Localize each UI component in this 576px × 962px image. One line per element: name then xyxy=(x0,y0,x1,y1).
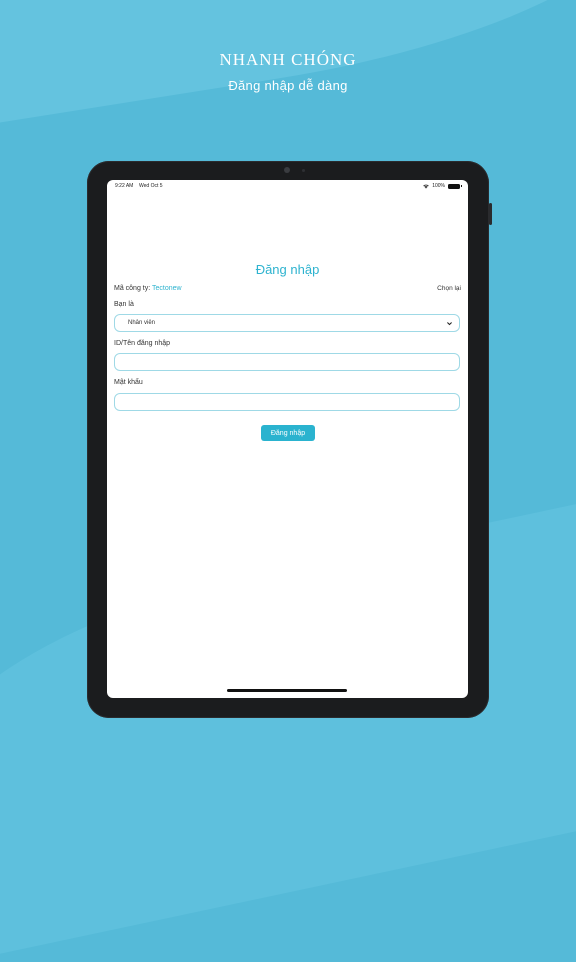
wifi-icon xyxy=(423,184,429,188)
company-value: Tectonew xyxy=(152,285,182,292)
status-date: Wed Oct 5 xyxy=(139,183,163,189)
app-screen: 9:22 AM Wed Oct 5 100% Đăng nhập Mã công… xyxy=(107,180,468,698)
tablet-frame: 9:22 AM Wed Oct 5 100% Đăng nhập Mã công… xyxy=(87,161,492,718)
company-row: Mã công ty: Tectonew Chọn lại xyxy=(114,285,461,295)
chevron-down-icon xyxy=(447,322,452,326)
password-label: Mật khẩu xyxy=(114,379,143,386)
password-input[interactable] xyxy=(114,393,460,411)
role-select-value: Nhân viên xyxy=(128,320,156,326)
status-bar: 9:22 AM Wed Oct 5 100% xyxy=(107,182,468,192)
username-input[interactable] xyxy=(114,353,460,371)
login-title: Đăng nhập xyxy=(255,262,320,277)
promo-subline: Đăng nhập dễ dàng xyxy=(228,78,348,93)
front-camera xyxy=(284,167,290,173)
reselect-company-link[interactable]: Chọn lại xyxy=(437,285,461,292)
promo-headline: NHANH CHÓNG xyxy=(219,50,357,69)
id-label: ID/Tên đăng nhập xyxy=(114,340,171,347)
side-button xyxy=(489,203,492,225)
battery-percent: 100% xyxy=(432,183,445,189)
role-select[interactable]: Nhân viên xyxy=(114,314,460,332)
login-button[interactable]: Đăng nhập xyxy=(261,425,315,441)
status-time: 9:22 AM xyxy=(115,183,134,189)
company-code: Mã công ty: Tectonew xyxy=(114,285,182,292)
role-label: Bạn là xyxy=(114,301,134,308)
battery-icon xyxy=(448,183,462,189)
status-right: 100% xyxy=(423,183,462,189)
camera-sensor xyxy=(302,169,305,172)
company-label: Mã công ty: xyxy=(114,285,153,292)
home-indicator xyxy=(227,689,347,692)
